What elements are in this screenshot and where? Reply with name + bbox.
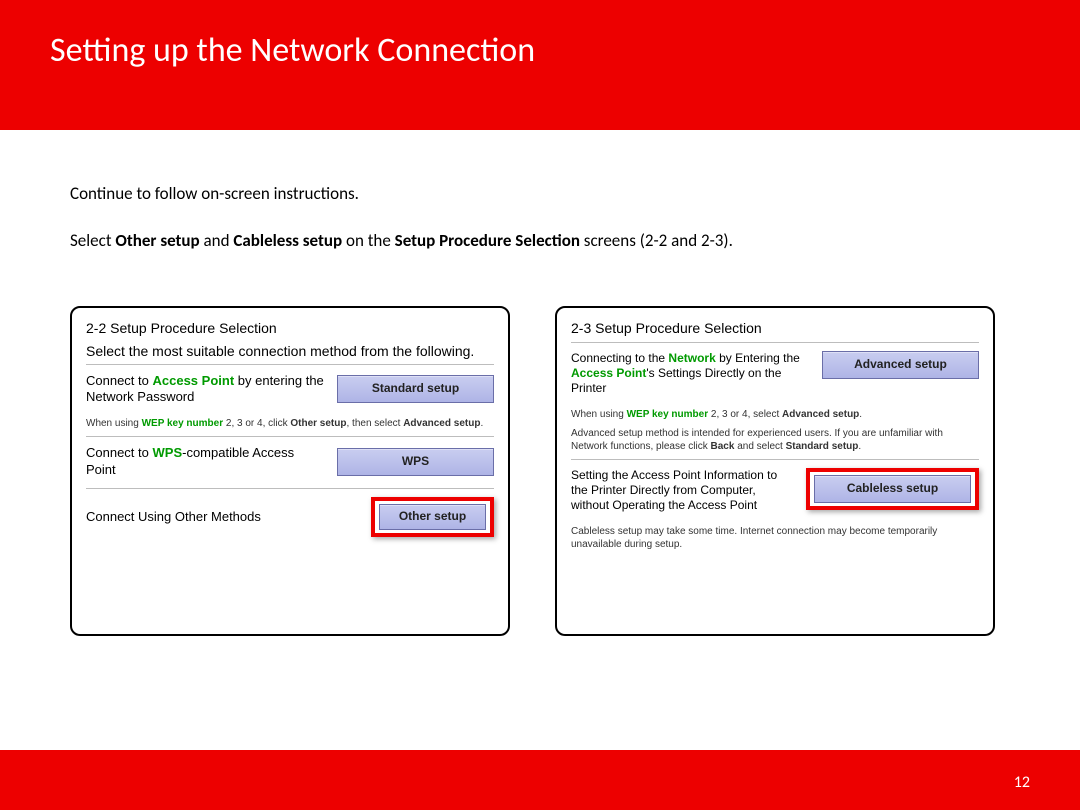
cableless-setup-button[interactable]: Cableless setup (814, 475, 971, 503)
row-cableless-setup: Setting the Access Point Information to … (571, 459, 979, 523)
wps-button[interactable]: WPS (337, 448, 494, 476)
intro-line-1: Continue to follow on-screen instruction… (70, 180, 1010, 209)
panel-2-3: 2-3 Setup Procedure Selection Connecting… (555, 306, 995, 636)
intro-text: Continue to follow on-screen instruction… (70, 180, 1010, 256)
panel-2-2-title: 2-2 Setup Procedure Selection (86, 320, 494, 336)
highlight-other-setup: Other setup (371, 497, 494, 537)
note-wep-advanced: When using WEP key number 2, 3 or 4, sel… (571, 408, 979, 421)
slide-body: Continue to follow on-screen instruction… (0, 130, 1080, 636)
slide-footer: 12 (0, 750, 1080, 810)
row-other-desc: Connect Using Other Methods (86, 509, 359, 525)
row-advanced-desc: Connecting to the Network by Entering th… (571, 351, 810, 396)
panel-2-2-subtitle: Select the most suitable connection meth… (86, 342, 494, 360)
standard-setup-button[interactable]: Standard setup (337, 375, 494, 403)
row-standard-desc: Connect to Access Point by entering the … (86, 373, 325, 406)
row-wps-desc: Connect to WPS-compatible Access Point (86, 445, 325, 478)
note-advanced-warning: Advanced setup method is intended for ex… (571, 427, 979, 453)
row-wps: Connect to WPS-compatible Access Point W… (86, 436, 494, 488)
row-other-setup: Connect Using Other Methods Other setup (86, 488, 494, 547)
page-number: 12 (1014, 773, 1030, 792)
row-standard-setup: Connect to Access Point by entering the … (86, 364, 494, 416)
slide-header: Setting up the Network Connection (0, 0, 1080, 130)
other-setup-button[interactable]: Other setup (379, 504, 486, 530)
panel-2-3-title: 2-3 Setup Procedure Selection (571, 320, 979, 336)
panel-columns: 2-2 Setup Procedure Selection Select the… (70, 306, 1010, 636)
panel-2-2: 2-2 Setup Procedure Selection Select the… (70, 306, 510, 636)
intro-line-2: Select Other setup and Cableless setup o… (70, 227, 1010, 256)
note-cableless-time: Cableless setup may take some time. Inte… (571, 525, 979, 551)
row-advanced-setup: Connecting to the Network by Entering th… (571, 342, 979, 406)
highlight-cableless-setup: Cableless setup (806, 468, 979, 510)
row-cableless-desc: Setting the Access Point Information to … (571, 468, 794, 513)
note-wep-other: When using WEP key number 2, 3 or 4, cli… (86, 417, 494, 430)
advanced-setup-button[interactable]: Advanced setup (822, 351, 979, 379)
slide-title: Setting up the Network Connection (50, 30, 1030, 71)
